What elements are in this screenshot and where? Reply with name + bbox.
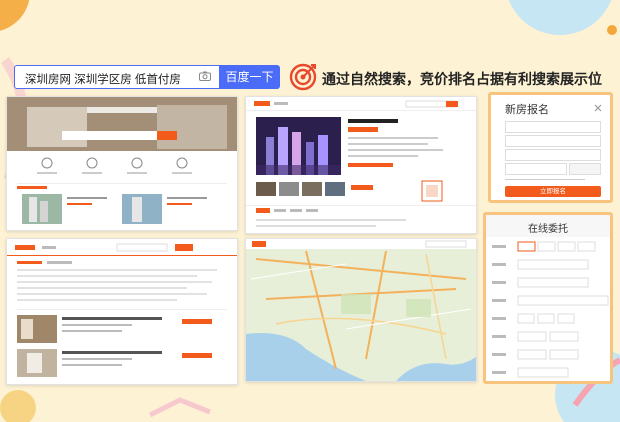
map-illustration (246, 239, 476, 381)
commission-panel: 在线委托 (483, 212, 613, 384)
map-screenshot (245, 238, 477, 382)
listing-page-screenshot (6, 238, 238, 385)
signup-submit-button[interactable]: 立即报名 (505, 186, 601, 197)
property-detail-screenshot (245, 96, 477, 234)
property-detail-illustration (246, 100, 476, 227)
signup-field-name[interactable] (505, 135, 601, 147)
homepage-screenshot (6, 96, 238, 231)
camera-icon[interactable] (199, 71, 211, 81)
listing-page-illustration (7, 243, 237, 377)
search-query-text: 深圳房网 深圳学区房 低首付房 (25, 74, 181, 86)
signup-field-code[interactable] (505, 163, 567, 175)
signup-agreement-line (505, 179, 585, 180)
signup-field-project[interactable] (505, 121, 601, 133)
get-code-button[interactable] (569, 163, 601, 175)
commission-panel-title: 在线委托 (528, 224, 568, 235)
search-button[interactable]: 百度一下 (219, 65, 280, 89)
signup-panel-title: 新房报名 (505, 104, 549, 116)
headline-text: 通过自然搜索，竞价排名占据有利搜索展示位 (322, 71, 602, 87)
target-icon (289, 63, 317, 91)
close-icon[interactable] (594, 104, 602, 112)
signup-field-phone[interactable] (505, 149, 601, 161)
signup-panel: 新房报名 立即报名 (488, 92, 613, 203)
search-input[interactable]: 深圳房网 深圳学区房 低首付房 (14, 65, 220, 89)
commission-form-illustration (492, 241, 609, 378)
homepage-illustration (7, 97, 237, 230)
